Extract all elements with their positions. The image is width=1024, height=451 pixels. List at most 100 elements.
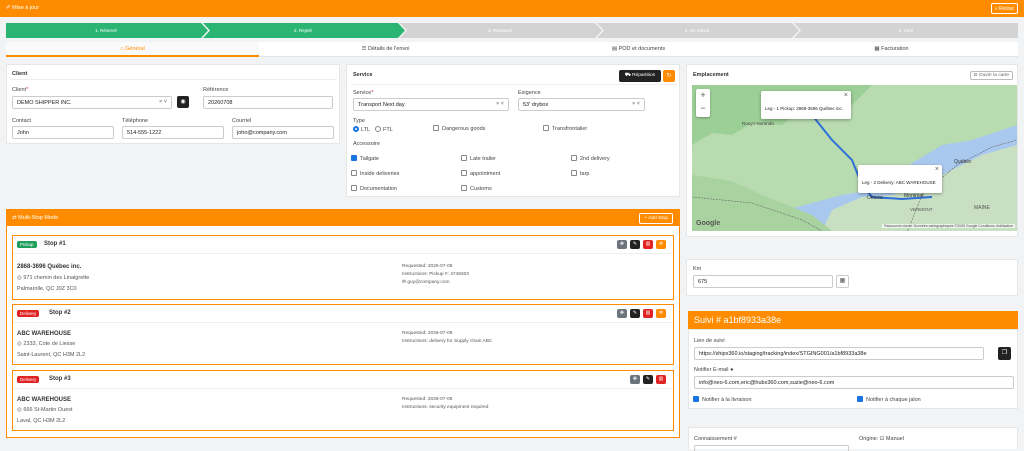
- notify-each-checkbox[interactable]: Notifier à chaque jalon: [857, 396, 921, 403]
- notify-delivery-label: Notifier à la livraison: [702, 397, 752, 403]
- phone-input[interactable]: 514-555-1222: [122, 126, 224, 139]
- ftl-radio[interactable]: FTL: [375, 126, 393, 133]
- stop-instructions: Instructions: security equipment require…: [402, 405, 489, 410]
- notify-delivery-checkbox[interactable]: Notifier à la livraison: [693, 396, 752, 403]
- gear-icon: ✲: [658, 310, 664, 316]
- client-select[interactable]: DEMO SHIPPER INC. × ˅: [12, 96, 172, 109]
- repartition-button[interactable]: ⛟ Répartition: [619, 70, 661, 82]
- step-5-label[interactable]: 5. Livré: [794, 23, 1018, 38]
- exigence-select-value: 53' drybox: [523, 102, 549, 108]
- km-card: Km 675 ▦: [686, 259, 1018, 296]
- move-button[interactable]: ✥: [630, 375, 640, 384]
- refresh-button[interactable]: ↻: [663, 70, 675, 82]
- pencil-icon: ✎: [645, 376, 651, 382]
- edit-button[interactable]: ✎: [630, 240, 640, 249]
- delete-button[interactable]: ▥: [643, 240, 653, 249]
- pencil-icon: ✎: [632, 241, 638, 247]
- service-select[interactable]: Transport Next day × ˅: [353, 98, 509, 111]
- acc-inside-deliveries[interactable]: Inside deliveries: [351, 170, 399, 177]
- checkbox-checked-icon: [693, 396, 699, 402]
- step-1-label[interactable]: 1. Réservé: [6, 23, 206, 38]
- move-button[interactable]: ✥: [617, 309, 627, 318]
- reference-label: Référence: [203, 87, 229, 93]
- step-4-label[interactable]: 4. En transit: [597, 23, 797, 38]
- email-input[interactable]: john@company.com: [232, 126, 334, 139]
- acc-documentation[interactable]: Documentation: [351, 185, 397, 192]
- delete-button[interactable]: ▥: [643, 309, 653, 318]
- leg-2-popup: × Leg - 2 Delivery: ABC WAREHOUSE: [858, 165, 942, 193]
- tab-general[interactable]: ⌂ Général: [6, 42, 259, 57]
- radio-checked-icon: [353, 126, 359, 132]
- reference-input[interactable]: 20260708: [203, 96, 333, 109]
- ftl-label: FTL: [383, 127, 393, 133]
- notify-email-input[interactable]: info@neo-6.com,eric@hubx360.com,suzie@ne…: [694, 376, 1014, 389]
- close-icon[interactable]: ×: [935, 166, 939, 173]
- move-icon: ✥: [632, 376, 638, 382]
- acc-late-trailer[interactable]: Late trailer: [461, 155, 496, 162]
- route-map[interactable]: + − × Leg - 1 Pickup: 2868-3696 Québec i…: [692, 85, 1017, 231]
- stop-card-2: Delivery Stop #2 ✥ ✎ ▥ ✲ ABC WAREHOUSE ◎…: [12, 304, 674, 365]
- main-tabs: ⌂ Général ☰ Détails de l'envoi ▤ POD et …: [6, 42, 1018, 57]
- clear-icon[interactable]: × ˅: [159, 99, 167, 105]
- settings-button[interactable]: ✲: [656, 240, 666, 249]
- map-label-maine: MAINE: [974, 205, 990, 211]
- copy-link-button[interactable]: ❐: [998, 347, 1011, 360]
- back-button[interactable]: « Retour: [990, 3, 1018, 14]
- view-client-button[interactable]: ◉: [177, 96, 189, 108]
- acc-tailgate[interactable]: Tailgate: [351, 155, 379, 162]
- gear-icon: ✲: [658, 241, 664, 247]
- stop-address-text: 971 chemin des Linaigrette: [23, 275, 90, 281]
- pickup-badge: Pickup: [17, 241, 37, 248]
- dangerous-goods-checkbox[interactable]: Dangerous goods: [433, 125, 485, 132]
- zoom-out-icon[interactable]: −: [696, 102, 710, 115]
- ltl-label: LTL: [361, 127, 371, 133]
- step-2-label[interactable]: 2. Rejeté: [203, 23, 403, 38]
- repartition-label: Répartition: [632, 73, 656, 78]
- map-label-quebec: Québec: [954, 159, 972, 165]
- tab-facturation[interactable]: ▦ Facturation: [765, 42, 1018, 57]
- close-icon[interactable]: ×: [844, 92, 848, 99]
- divider: [11, 79, 337, 80]
- origine-label: Origine: ⊡ Manuel: [859, 436, 904, 442]
- tracking-link-input[interactable]: https://shipx360.io/staging/tracking/ind…: [694, 347, 984, 360]
- type-label: Type: [353, 118, 365, 124]
- delete-button[interactable]: ▥: [656, 375, 666, 384]
- page-title: ✐ Mise à jour: [6, 5, 40, 11]
- stop-city: Palmarolle, QC J0Z 3C0: [17, 286, 77, 292]
- clear-icon[interactable]: × ˅: [496, 101, 504, 107]
- contact-input[interactable]: John: [12, 126, 114, 139]
- google-logo: Google: [696, 220, 721, 227]
- tab-details[interactable]: ☰ Détails de l'envoi: [259, 42, 512, 57]
- zoom-control[interactable]: + −: [696, 89, 710, 117]
- tab-pod[interactable]: ▤ POD et documents: [512, 42, 765, 57]
- stop-requested: Requested: 2026-07-08: [402, 331, 453, 336]
- stop-address-text: 2333, Cote de Liesse: [23, 341, 76, 347]
- map-title: Emplacement: [693, 72, 729, 78]
- delivery-badge: Delivery: [17, 310, 40, 317]
- edit-button[interactable]: ✎: [630, 309, 640, 318]
- acc-tarp[interactable]: tarp: [571, 170, 589, 177]
- acc-appointment[interactable]: appointment: [461, 170, 500, 177]
- edit-button[interactable]: ✎: [643, 375, 653, 384]
- clear-icon[interactable]: × ˅: [632, 101, 640, 107]
- move-button[interactable]: ✥: [617, 240, 627, 249]
- settings-button[interactable]: ✲: [656, 309, 666, 318]
- step-3-label[interactable]: 3. Ramassé: [400, 23, 600, 38]
- checkbox-icon: [461, 155, 467, 161]
- zoom-in-icon[interactable]: +: [696, 89, 710, 102]
- multi-stop-title: ⇄ Multi-Stop Mode: [12, 215, 59, 221]
- trash-icon: ▥: [645, 241, 651, 247]
- calculate-km-button[interactable]: ▦: [836, 275, 849, 288]
- add-stop-button[interactable]: + Add Stop: [639, 213, 673, 224]
- ltl-radio[interactable]: LTL: [353, 126, 370, 133]
- connaissement-input[interactable]: [694, 445, 849, 451]
- transfrontalier-checkbox[interactable]: Transfrontalier: [543, 125, 587, 132]
- acc-2nd-delivery[interactable]: 2nd delivery: [571, 155, 610, 162]
- exigence-select[interactable]: 53' drybox × ˅: [518, 98, 645, 111]
- km-input[interactable]: 675: [693, 275, 833, 288]
- map-label-vermont: VERMONT: [910, 207, 933, 212]
- acc-customs[interactable]: Customs: [461, 185, 492, 192]
- open-map-button[interactable]: ⊡ Ouvrir la carte: [969, 71, 1013, 80]
- tracking-header: Suivi # a1bf8933a38e: [688, 311, 1018, 329]
- accessoire-label: Accessoire: [353, 141, 380, 147]
